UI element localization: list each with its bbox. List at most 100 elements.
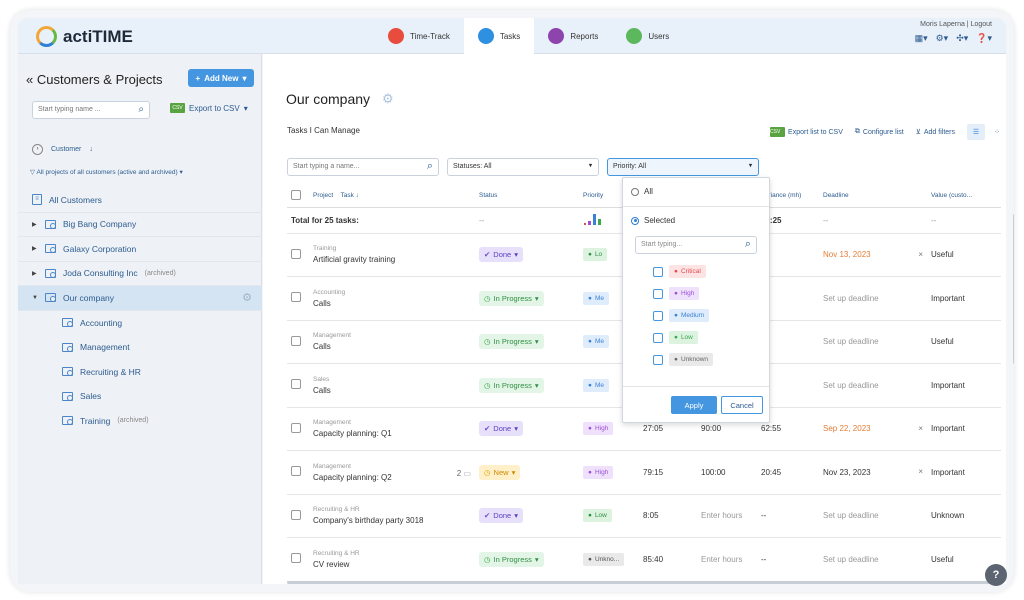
status-badge[interactable]: ◷In Progress ▾ bbox=[479, 334, 544, 349]
value-cell[interactable]: Unknown bbox=[927, 494, 1001, 538]
row-checkbox[interactable] bbox=[291, 336, 301, 346]
value-cell[interactable]: Important bbox=[927, 277, 1001, 321]
customer-settings-icon[interactable]: ⚙ bbox=[242, 291, 252, 304]
priority-option-all[interactable]: All bbox=[631, 187, 653, 196]
select-all-checkbox[interactable] bbox=[291, 190, 301, 200]
row-checkbox[interactable] bbox=[291, 553, 301, 563]
row-checkbox[interactable] bbox=[291, 466, 301, 476]
clear-deadline-icon[interactable]: × bbox=[918, 467, 923, 476]
help-icon[interactable]: ❓▾ bbox=[976, 33, 992, 44]
puzzle-icon[interactable]: ✣▾ bbox=[956, 33, 968, 44]
deadline-cell[interactable]: Set up deadline bbox=[819, 277, 927, 321]
estimate[interactable]: 100:00 bbox=[697, 451, 757, 495]
export-list-button[interactable]: CSVExport list to CSV bbox=[770, 127, 843, 137]
status-badge[interactable]: ◷In Progress ▾ bbox=[479, 552, 544, 567]
value-cell[interactable]: Useful bbox=[927, 320, 1001, 364]
all-customers-item[interactable]: ≡All Customers bbox=[18, 188, 262, 213]
scope-filter[interactable]: ▽ All projects of all customers (active … bbox=[30, 168, 183, 176]
vertical-scrollbar[interactable] bbox=[1013, 214, 1014, 364]
option-checkbox[interactable] bbox=[653, 267, 663, 277]
status-badge[interactable]: ◷New ▾ bbox=[479, 465, 520, 480]
priority-filter[interactable]: Priority: All▾ bbox=[607, 158, 759, 176]
value-cell[interactable]: Useful bbox=[927, 233, 1001, 277]
caret-right-icon[interactable]: ▶ bbox=[32, 270, 38, 277]
deadline-cell[interactable]: Nov 23, 2023× bbox=[819, 451, 927, 495]
task-name-filter[interactable]: Start typing a name...⌕ bbox=[287, 158, 439, 176]
priority-badge[interactable]: ●Low bbox=[583, 509, 612, 522]
help-button[interactable]: ? bbox=[985, 564, 1007, 586]
sidebar-project-item[interactable]: Sales bbox=[18, 384, 262, 409]
priority-option-selected[interactable]: Selected bbox=[631, 216, 675, 225]
deadline-cell[interactable]: Set up deadline bbox=[819, 364, 927, 408]
option-checkbox[interactable] bbox=[653, 333, 663, 343]
add-new-button[interactable]: +Add New▾ bbox=[188, 69, 254, 87]
sidebar-project-item[interactable]: Recruiting & HR bbox=[18, 360, 262, 385]
estimate[interactable]: Enter hours bbox=[697, 538, 757, 582]
task-name[interactable]: Capacity planning: Q1 bbox=[313, 429, 392, 438]
value-column-header[interactable]: Value (custo... bbox=[927, 185, 1001, 207]
caret-right-icon[interactable]: ▶ bbox=[32, 245, 38, 252]
tab-time-track[interactable]: Time-Track bbox=[374, 18, 464, 54]
option-checkbox[interactable] bbox=[653, 311, 663, 321]
priority-badge[interactable]: ●Me bbox=[583, 379, 609, 392]
task-name[interactable]: Company's birthday party 3018 bbox=[313, 516, 423, 525]
add-filters-button[interactable]: ⊻Add filters bbox=[916, 128, 955, 136]
customer-search-input[interactable]: Start typing name ...⌕ bbox=[32, 101, 150, 119]
priority-badge[interactable]: ●Unkno... bbox=[583, 553, 624, 566]
caret-down-icon[interactable]: ▼ bbox=[32, 295, 38, 301]
value-cell[interactable]: Important bbox=[927, 451, 1001, 495]
row-checkbox[interactable] bbox=[291, 423, 301, 433]
clear-deadline-icon[interactable]: × bbox=[918, 424, 923, 433]
task-name[interactable]: Calls bbox=[313, 386, 331, 395]
sidebar-customer-item[interactable]: ▼Our company⚙ bbox=[18, 286, 262, 311]
row-checkbox[interactable] bbox=[291, 292, 301, 302]
priority-badge[interactable]: ●Me bbox=[583, 292, 609, 305]
calendar-icon[interactable]: ▦▾ bbox=[915, 33, 928, 44]
status-badge[interactable]: ✔Done ▾ bbox=[479, 508, 523, 523]
export-csv-button[interactable]: CSVExport to CSV ▾ bbox=[170, 103, 248, 113]
priority-option-unknown[interactable]: ●Unknown bbox=[653, 353, 713, 366]
row-checkbox[interactable] bbox=[291, 379, 301, 389]
status-badge[interactable]: ✔Done ▾ bbox=[479, 421, 523, 436]
priority-option-medium[interactable]: ●Medium bbox=[653, 309, 709, 322]
sidebar-project-item[interactable]: Training(archived) bbox=[18, 409, 262, 434]
logo[interactable]: actiTIME bbox=[36, 26, 133, 47]
list-view-icon[interactable]: ☰ bbox=[967, 124, 985, 140]
customer-sort[interactable]: ›Customer ↓ bbox=[32, 144, 93, 155]
sidebar-customer-item[interactable]: ▶Big Bang Company bbox=[18, 213, 262, 238]
task-name[interactable]: Capacity planning: Q2 bbox=[313, 473, 392, 482]
apply-button[interactable]: Apply bbox=[671, 396, 717, 414]
priority-badge[interactable]: ●Lo bbox=[583, 248, 607, 261]
task-name[interactable]: Calls bbox=[313, 342, 331, 351]
deadline-cell[interactable]: Set up deadline bbox=[819, 538, 927, 582]
deadline-cell[interactable]: Set up deadline bbox=[819, 320, 927, 364]
sidebar-project-item[interactable]: Accounting bbox=[18, 311, 262, 336]
grid-view-icon[interactable]: ⁘ bbox=[988, 124, 1006, 140]
comments-count[interactable]: 2 ▭ bbox=[457, 469, 471, 478]
sidebar-customer-item[interactable]: ▶Joda Consulting Inc(archived) bbox=[18, 262, 262, 287]
collapse-icon[interactable]: › bbox=[32, 144, 43, 155]
table-row[interactable]: Recruiting & HRCompany's birthday party … bbox=[287, 494, 1001, 538]
gear-icon[interactable]: ⚙▾ bbox=[936, 33, 949, 44]
priority-badge[interactable]: ●High bbox=[583, 466, 613, 479]
value-cell[interactable]: Important bbox=[927, 407, 1001, 451]
task-name[interactable]: Artificial gravity training bbox=[313, 255, 395, 264]
task-column-header[interactable]: Task bbox=[340, 192, 353, 199]
status-badge[interactable]: ◷In Progress ▾ bbox=[479, 378, 544, 393]
task-name[interactable]: CV review bbox=[313, 560, 349, 569]
status-badge[interactable]: ✔Done ▾ bbox=[479, 247, 523, 262]
task-name[interactable]: Calls bbox=[313, 299, 331, 308]
priority-badge[interactable]: ●Me bbox=[583, 335, 609, 348]
deadline-cell[interactable]: Set up deadline bbox=[819, 494, 927, 538]
option-checkbox[interactable] bbox=[653, 289, 663, 299]
tab-users[interactable]: Users bbox=[612, 18, 683, 54]
sidebar-project-item[interactable]: Management bbox=[18, 335, 262, 360]
deadline-cell[interactable]: Sep 22, 2023× bbox=[819, 407, 927, 451]
user-name[interactable]: Moris Laperna bbox=[920, 21, 965, 28]
radio-selected[interactable] bbox=[631, 217, 639, 225]
priority-option-critical[interactable]: ●Critical bbox=[653, 265, 706, 278]
logout-link[interactable]: Logout bbox=[971, 21, 992, 28]
deadline-cell[interactable]: Nov 13, 2023× bbox=[819, 233, 927, 277]
status-filter[interactable]: Statuses: All▾ bbox=[447, 158, 599, 176]
deadline-column-header[interactable]: Deadline bbox=[819, 185, 927, 207]
